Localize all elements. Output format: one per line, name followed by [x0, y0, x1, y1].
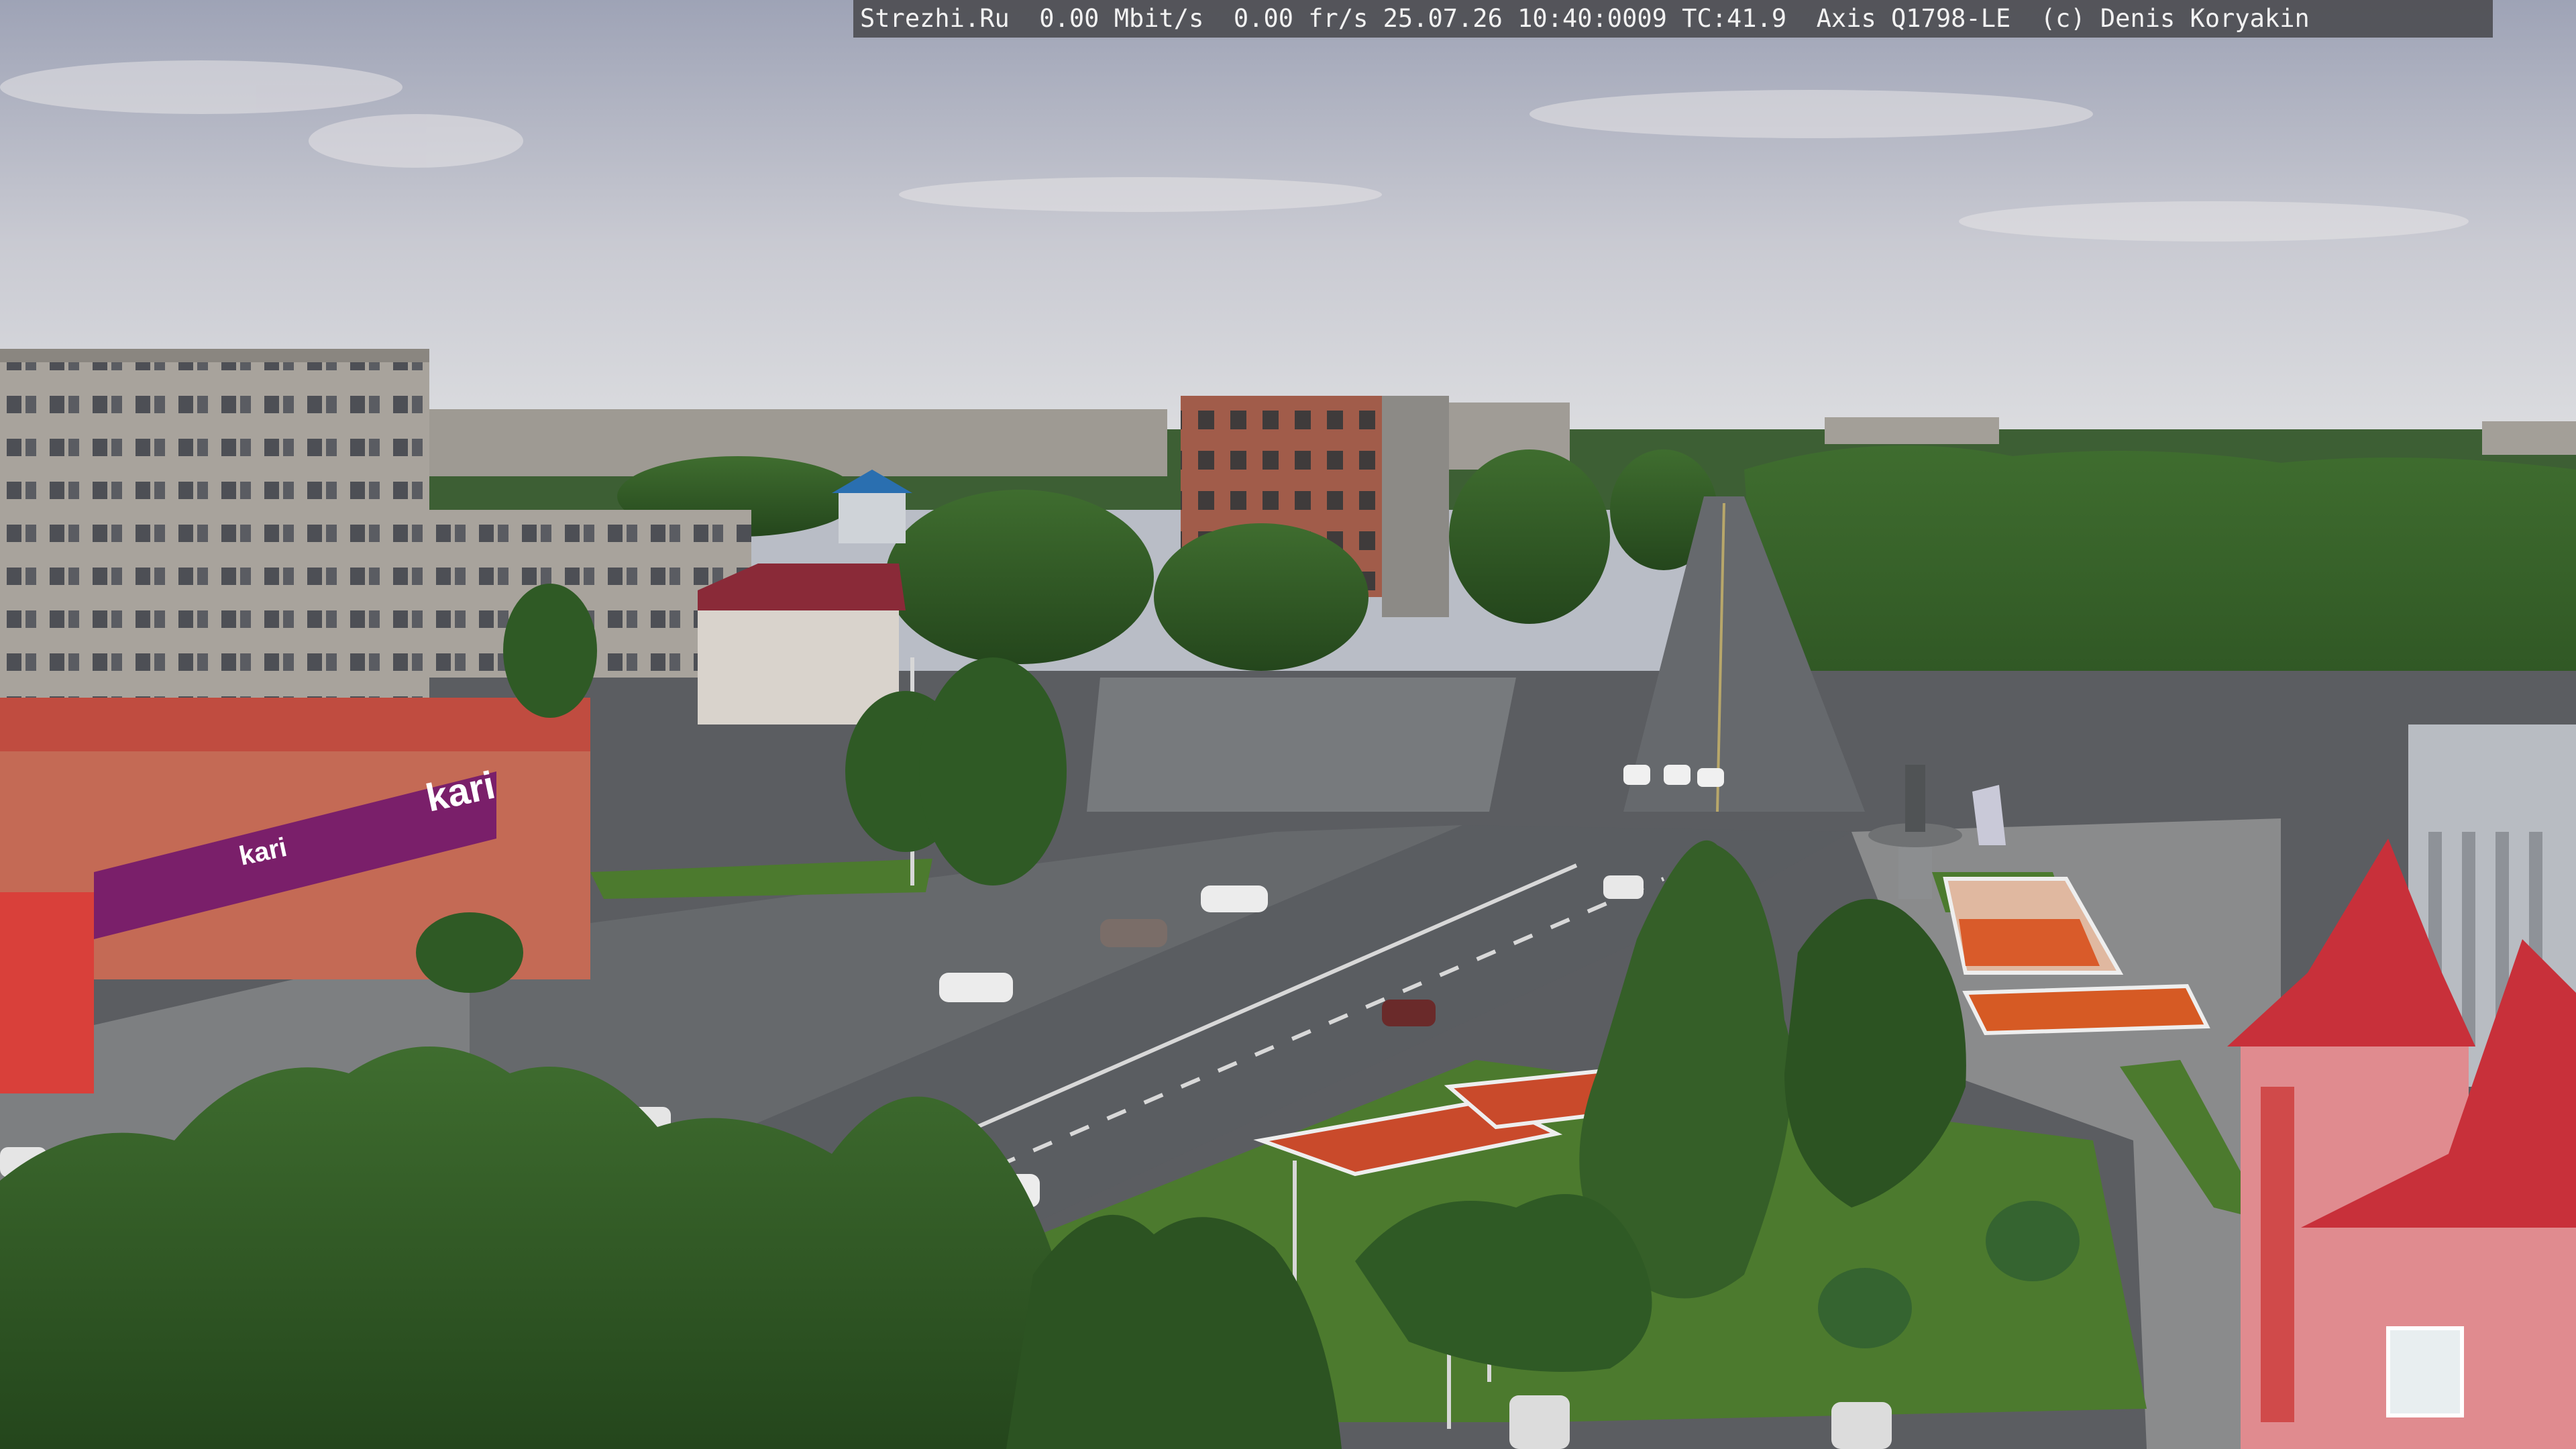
store-red-corner — [0, 892, 94, 1093]
camera-overlay-text: Strezhi.Ru 0.00 Mbit/s 0.00 fr/s 25.07.2… — [853, 0, 2493, 38]
plaza-back — [1087, 678, 1516, 812]
webcam-scene: kari kari — [0, 0, 2576, 1449]
blue-tower-roof — [839, 490, 906, 543]
